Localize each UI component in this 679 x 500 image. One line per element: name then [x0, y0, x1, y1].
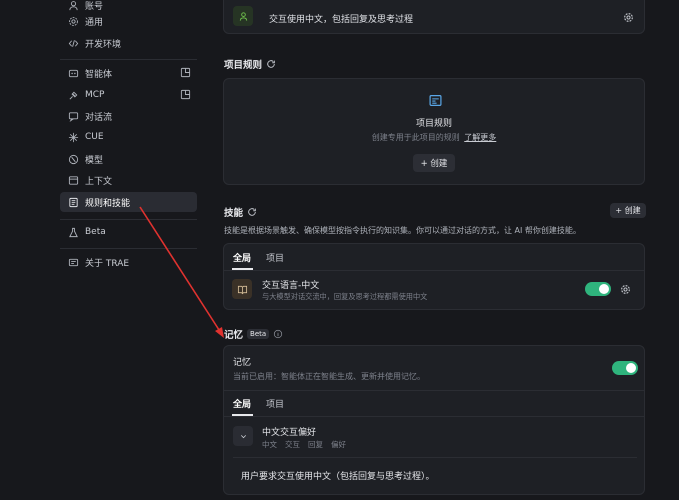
annotation-arrow [139, 206, 224, 338]
